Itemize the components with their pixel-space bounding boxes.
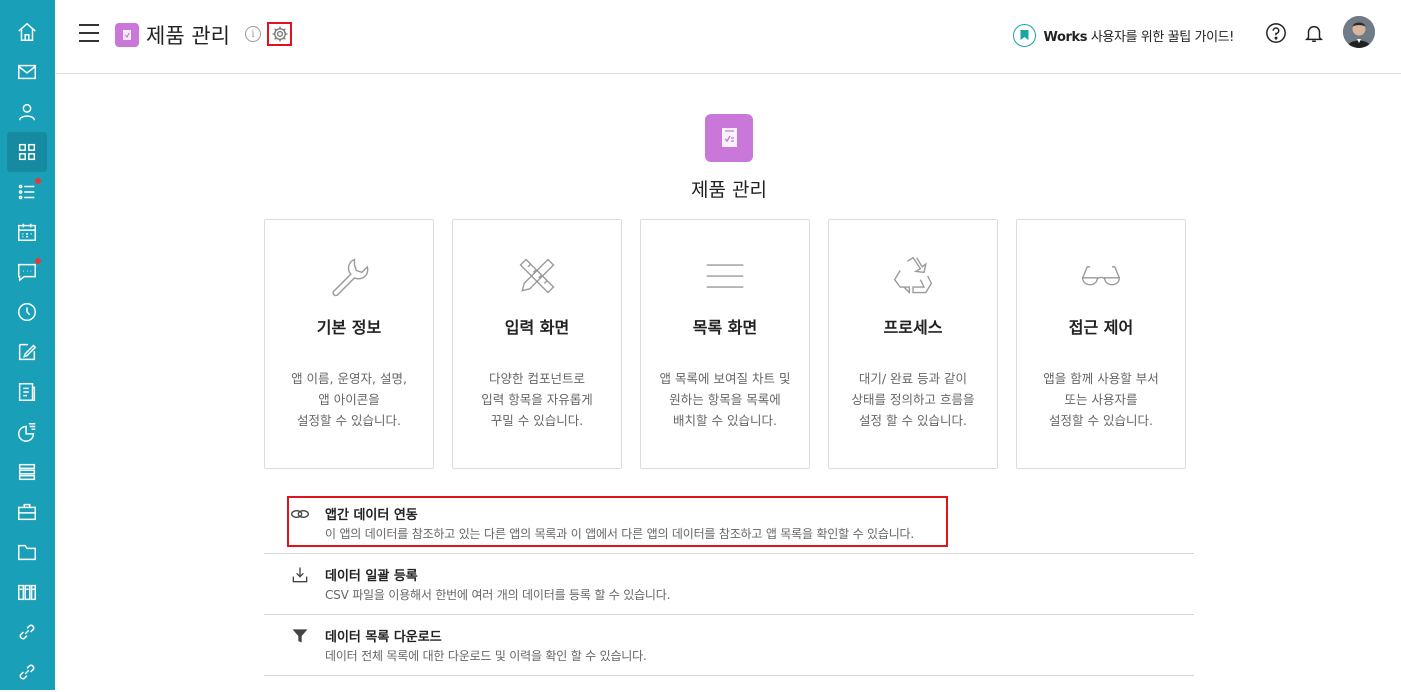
- edit-icon: [16, 341, 38, 363]
- rail-mail-icon[interactable]: [7, 52, 47, 92]
- rail-briefcase-icon[interactable]: [7, 492, 47, 532]
- link-icon: [290, 504, 310, 524]
- user-avatar[interactable]: [1343, 16, 1375, 48]
- gear-icon: [271, 25, 289, 43]
- card-basic-info[interactable]: 기본 정보 앱 이름, 운영자, 설명, 앱 아이콘을 설정할 수 있습니다.: [264, 219, 434, 469]
- card-title: 프로세스: [829, 314, 997, 338]
- menu-toggle-button[interactable]: [79, 24, 99, 42]
- guide-label: 사용자를 위한 꿀팁 가이드!: [1087, 30, 1234, 45]
- rail-board-icon[interactable]: [7, 372, 47, 412]
- clock-icon: [16, 301, 38, 323]
- main-content: 제품 관리 기본 정보 앱 이름, 운영자, 설명, 앱 아이콘을 설정할 수 …: [55, 75, 1401, 690]
- chart-icon: [16, 421, 38, 443]
- question-icon: [1265, 22, 1287, 44]
- rail-layers-icon[interactable]: [7, 452, 47, 492]
- filter-funnel-icon: [290, 626, 310, 646]
- hamburger-icon: [79, 24, 99, 26]
- link-icon: [16, 661, 38, 683]
- row-data-list-download[interactable]: 데이터 목록 다운로드 데이터 전체 목록에 대한 다운로드 및 이력을 확인 …: [264, 616, 1194, 676]
- card-description: 대기/ 완료 등과 같이 상태를 정의하고 흐름을 설정 할 수 있습니다.: [839, 368, 987, 431]
- card-access-control[interactable]: 접근 제어 앱을 함께 사용할 부서 또는 사용자를 설정할 수 있습니다.: [1016, 219, 1186, 469]
- rail-tasks-icon[interactable]: [7, 172, 47, 212]
- glasses-icon: [1079, 254, 1123, 298]
- rail-apps-icon[interactable]: [7, 132, 47, 172]
- guide-link[interactable]: Works 사용자를 위한 꿀팁 가이드!: [1013, 23, 1234, 47]
- card-description: 다양한 컴포넌트로 입력 항목을 자유롭게 꾸밀 수 있습니다.: [463, 368, 611, 431]
- notifications-button[interactable]: [1303, 21, 1325, 45]
- ruler-pencil-icon: [515, 254, 559, 298]
- recycle-icon: [891, 254, 935, 298]
- info-icon[interactable]: i: [245, 26, 261, 42]
- row-description: CSV 파일을 이용해서 한번에 여러 개의 데이터를 등록 할 수 있습니다.: [325, 586, 670, 603]
- rail-chat-icon[interactable]: [7, 252, 47, 292]
- app-badge-icon: [115, 23, 139, 47]
- contacts-icon: [16, 101, 38, 123]
- row-title: 앱간 데이터 연동: [325, 504, 418, 523]
- notification-dot: [35, 178, 41, 184]
- rail-chart-icon[interactable]: [7, 412, 47, 452]
- card-description: 앱을 함께 사용할 부서 또는 사용자를 설정할 수 있습니다.: [1027, 368, 1175, 431]
- guide-brand: Works: [1043, 30, 1087, 45]
- card-description: 앱 이름, 운영자, 설명, 앱 아이콘을 설정할 수 있습니다.: [275, 368, 423, 431]
- briefcase-icon: [16, 501, 38, 523]
- app-hero-icon: [705, 114, 753, 162]
- card-title: 접근 제어: [1017, 314, 1185, 338]
- bookmark-icon: [1013, 24, 1036, 47]
- top-header: 제품 관리 i Works 사용자를 위한 꿀팁 가이드!: [55, 0, 1401, 74]
- row-bulk-data-upload[interactable]: 데이터 일괄 등록 CSV 파일을 이용해서 한번에 여러 개의 데이터를 등록…: [264, 555, 1194, 615]
- row-description: 데이터 전체 목록에 대한 다운로드 및 이력을 확인 할 수 있습니다.: [325, 647, 647, 664]
- card-title: 입력 화면: [453, 314, 621, 338]
- row-description: 이 앱의 데이터를 참조하고 있는 다른 앱의 목록과 이 앱에서 다른 앱의 …: [325, 525, 914, 542]
- rail-folder-icon[interactable]: [7, 532, 47, 572]
- app-title: 제품 관리: [146, 20, 230, 50]
- link-icon: [16, 621, 38, 643]
- card-title: 목록 화면: [641, 314, 809, 338]
- rail-link-icon[interactable]: [7, 612, 47, 652]
- settings-gear-button[interactable]: [267, 22, 292, 46]
- card-list-screen[interactable]: 목록 화면 앱 목록에 보여질 차트 및 원하는 항목을 목록에 배치할 수 있…: [640, 219, 810, 469]
- left-nav-rail: [0, 0, 55, 690]
- notification-dot: [35, 258, 41, 264]
- calendar-icon: [16, 221, 38, 243]
- rail-edit-icon[interactable]: [7, 332, 47, 372]
- rail-calendar-icon[interactable]: [7, 212, 47, 252]
- help-button[interactable]: [1265, 22, 1287, 44]
- rail-home-icon[interactable]: [7, 12, 47, 52]
- chat-icon: [16, 261, 38, 283]
- mail-icon: [16, 61, 38, 83]
- board-icon: [16, 381, 38, 403]
- card-description: 앱 목록에 보여질 차트 및 원하는 항목을 목록에 배치할 수 있습니다.: [651, 368, 799, 431]
- row-title: 데이터 일괄 등록: [325, 565, 418, 584]
- upload-tray-icon: [290, 565, 310, 585]
- row-title: 데이터 목록 다운로드: [325, 626, 442, 645]
- layers-icon: [16, 461, 38, 483]
- rail-library-icon[interactable]: [7, 572, 47, 612]
- card-process[interactable]: 프로세스 대기/ 완료 등과 같이 상태를 정의하고 흐름을 설정 할 수 있습…: [828, 219, 998, 469]
- library-icon: [16, 581, 38, 603]
- list-lines-icon: [703, 254, 747, 298]
- row-app-data-linkage[interactable]: 앱간 데이터 연동 이 앱의 데이터를 참조하고 있는 다른 앱의 목록과 이 …: [264, 494, 1194, 554]
- folder-icon: [16, 541, 38, 563]
- rail-contacts-icon[interactable]: [7, 92, 47, 132]
- card-title: 기본 정보: [265, 314, 433, 338]
- home-icon: [16, 21, 38, 43]
- task-list-icon: [16, 181, 38, 203]
- rail-link-icon-2[interactable]: [7, 652, 47, 692]
- page-title: 제품 관리: [629, 175, 829, 202]
- bell-icon: [1303, 21, 1325, 45]
- apps-grid-icon: [16, 141, 38, 163]
- guide-text: Works 사용자를 위한 꿀팁 가이드!: [1043, 26, 1234, 45]
- wrench-icon: [327, 254, 371, 298]
- card-input-screen[interactable]: 입력 화면 다양한 컴포넌트로 입력 항목을 자유롭게 꾸밀 수 있습니다.: [452, 219, 622, 469]
- rail-clock-icon[interactable]: [7, 292, 47, 332]
